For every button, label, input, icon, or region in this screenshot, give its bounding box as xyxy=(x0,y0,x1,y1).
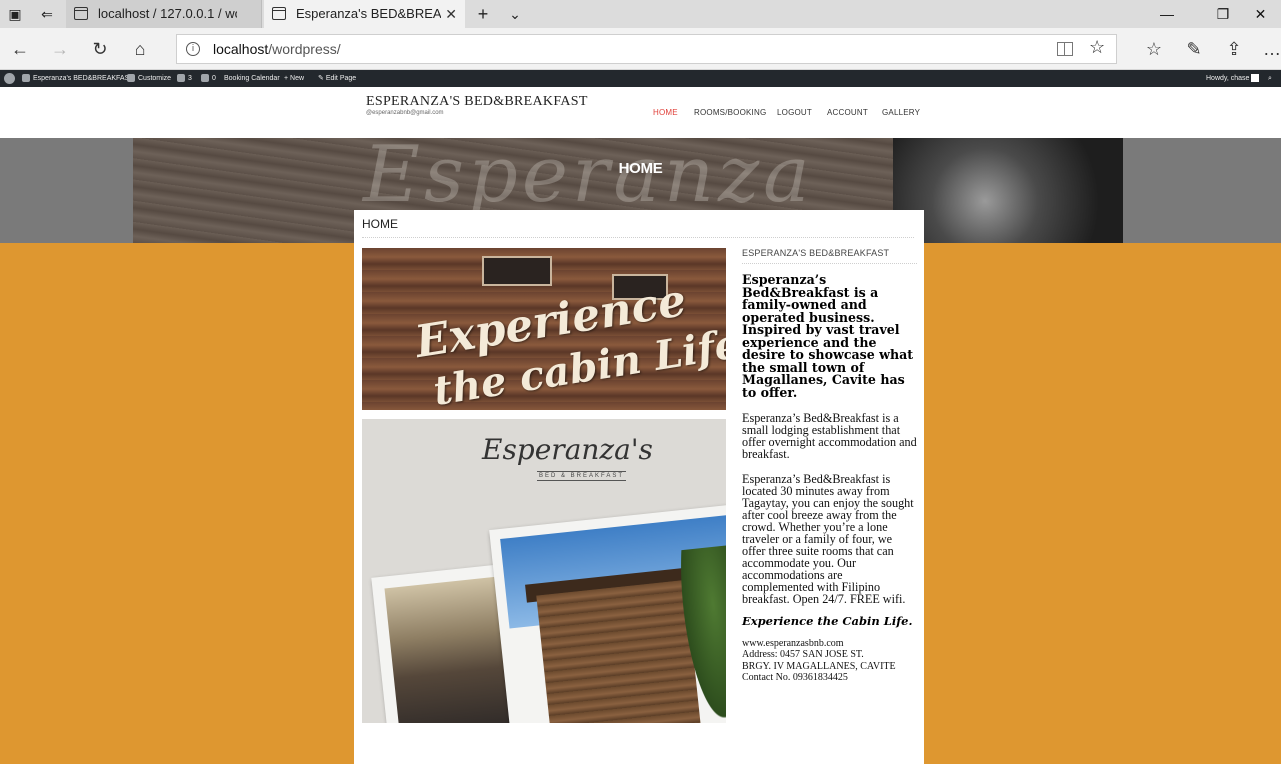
contact-info: www.esperanzasbnb.com Address: 0457 SAN … xyxy=(742,638,917,684)
menu-item-rooms-booking[interactable]: ROOMS/BOOKING xyxy=(694,108,766,117)
updates-icon xyxy=(177,74,185,83)
brand-logo-subtext: BED & BREAKFAST xyxy=(537,471,627,481)
admin-bar-comments[interactable]: 0 xyxy=(201,70,216,87)
browser-tab-bar: ▣ ⇐ localhost / 127.0.0.1 / wordp Espera… xyxy=(0,0,1281,28)
url-text[interactable]: localhost/wordpress/ xyxy=(213,41,341,57)
minimize-icon[interactable]: — xyxy=(1144,0,1190,28)
admin-bar-site[interactable]: Esperanza's BED&BREAKFAST xyxy=(22,70,134,87)
tab-phpmyadmin[interactable]: localhost / 127.0.0.1 / wordp xyxy=(66,0,262,28)
new-tab-icon[interactable]: + xyxy=(474,5,492,23)
brush-icon xyxy=(127,74,135,83)
wp-admin-bar: Esperanza's BED&BREAKFAST Customize 3 0 … xyxy=(0,70,1281,87)
admin-bar-new-label: New xyxy=(290,75,305,82)
phone-number: Contact No. 09361834425 xyxy=(742,672,848,684)
brand-photos-image: Esperanza's BED & BREAKFAST xyxy=(362,419,726,723)
url-host: localhost xyxy=(213,41,269,57)
address-line: BRGY. IV MAGALLANES, CAVITE xyxy=(742,660,896,672)
menu-item-logout[interactable]: LOGOUT xyxy=(777,108,812,117)
address-bar[interactable]: i localhost/wordpress/ ☆ xyxy=(176,34,1117,64)
favorite-star-icon[interactable]: ☆ xyxy=(1089,37,1105,58)
admin-bar-account[interactable]: Howdy, chase xyxy=(1206,70,1262,87)
admin-bar-customize-label: Customize xyxy=(138,75,172,82)
menu-item-account[interactable]: ACCOUNT xyxy=(827,108,868,117)
share-icon[interactable]: ⇪ xyxy=(1222,37,1246,61)
exterior-photo xyxy=(489,505,726,723)
set-aside-tabs-icon[interactable]: ⇐ xyxy=(38,5,56,23)
menu-item-gallery[interactable]: GALLERY xyxy=(882,108,920,117)
sidebar-lead: Esperanza’s Bed&Breakfast is a family-ow… xyxy=(742,272,914,400)
home-icon[interactable]: ⌂ xyxy=(128,37,152,61)
sidebar-title: ESPERANZA'S BED&BREAKFAST xyxy=(742,248,890,258)
favorites-hub-icon[interactable]: ☆ xyxy=(1142,37,1166,61)
content-card: HOME Experience the cabin Life Esperanza… xyxy=(354,210,924,764)
divider xyxy=(742,263,917,264)
comment-icon xyxy=(201,74,209,83)
close-window-icon[interactable]: ✕ xyxy=(1240,0,1281,28)
sidebar-paragraph: Esperanza’s Bed&Breakfast is located 30 … xyxy=(742,472,914,606)
website-link[interactable]: www.esperanzasbnb.com xyxy=(742,638,917,649)
admin-bar-site-label: Esperanza's BED&BREAKFAST xyxy=(33,75,134,82)
tab-esperanza[interactable]: Esperanza's BED&BREAI ✕ xyxy=(264,0,465,28)
browser-nav-bar: ← → ↻ ⌂ i localhost/wordpress/ ☆ ☆ ✎ ⇪ … xyxy=(0,28,1281,70)
chevron-down-icon[interactable]: ⌄ xyxy=(506,5,524,23)
admin-bar-comments-count: 0 xyxy=(212,75,216,82)
home-icon xyxy=(22,74,30,83)
close-tab-icon[interactable]: ✕ xyxy=(445,0,457,28)
admin-bar-new[interactable]: + New xyxy=(284,70,304,87)
site-email: @esperanzabnb@gmail.com xyxy=(366,110,444,116)
forward-icon[interactable]: → xyxy=(48,37,72,61)
refresh-icon[interactable]: ↻ xyxy=(88,37,112,61)
avatar xyxy=(1251,74,1260,83)
search-icon[interactable]: ⌕ xyxy=(1268,70,1272,87)
admin-bar-updates[interactable]: 3 xyxy=(177,70,192,87)
breadcrumb: HOME xyxy=(362,217,398,231)
wordpress-logo-icon[interactable] xyxy=(4,73,15,84)
admin-bar-booking[interactable]: Booking Calendar xyxy=(224,70,280,87)
menu-item-home[interactable]: HOME xyxy=(653,108,678,117)
admin-bar-edit-label: Edit Page xyxy=(325,75,357,82)
back-icon[interactable]: ← xyxy=(8,37,32,61)
admin-bar-greeting: Howdy, chase xyxy=(1206,75,1250,82)
cabin-life-image: Experience the cabin Life xyxy=(362,248,726,410)
more-icon[interactable]: … xyxy=(1260,37,1281,61)
cabin-window xyxy=(482,256,552,286)
hero-image-right xyxy=(893,138,1123,243)
site-title[interactable]: ESPERANZA'S BED&BREAKFAST xyxy=(366,94,588,110)
hero-script-text: Esperanza xyxy=(363,138,814,220)
reading-view-icon[interactable] xyxy=(1057,42,1073,56)
admin-bar-customize[interactable]: Customize xyxy=(127,70,171,87)
tab-title: Esperanza's BED&BREAI xyxy=(296,6,441,21)
url-path: /wordpress/ xyxy=(268,41,341,57)
tab-title: localhost / 127.0.0.1 / wordp xyxy=(98,6,237,21)
page-icon xyxy=(272,7,286,20)
admin-bar-edit[interactable]: ✎ Edit Page xyxy=(318,70,356,87)
sidebar: ESPERANZA'S BED&BREAKFAST Esperanza’s Be… xyxy=(742,248,917,684)
web-note-icon[interactable]: ✎ xyxy=(1182,37,1206,61)
sidebar-tagline: Experience the Cabin Life. xyxy=(742,614,913,628)
pencil-icon: ✎ xyxy=(318,75,326,82)
site-header: ESPERANZA'S BED&BREAKFAST @esperanzabnb@… xyxy=(0,87,1281,138)
site-info-icon[interactable]: i xyxy=(186,42,200,56)
tab-manager-icon[interactable]: ▣ xyxy=(6,5,24,23)
brand-logo-text: Esperanza's xyxy=(482,433,653,466)
page-title: HOME xyxy=(618,160,663,177)
divider xyxy=(362,237,914,238)
address-line: Address: 0457 SAN JOSE ST. xyxy=(742,649,864,661)
page-icon xyxy=(74,7,88,20)
admin-bar-updates-count: 3 xyxy=(188,75,192,82)
admin-bar-booking-label: Booking Calendar xyxy=(224,75,280,82)
sidebar-paragraph: Esperanza’s Bed&Breakfast is a small lod… xyxy=(742,411,917,461)
